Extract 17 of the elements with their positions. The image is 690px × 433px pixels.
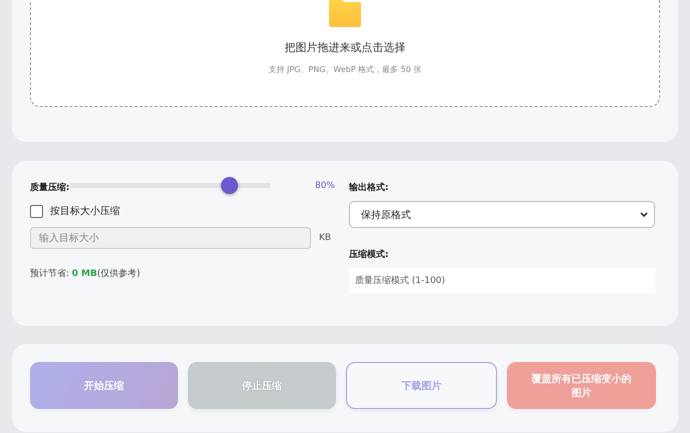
upload-title: 把图片拖进来或点击选择 — [284, 40, 406, 55]
drop-zone[interactable]: 把图片拖进来或点击选择 支持 JPG、PNG、WebP 格式，最多 50 张 — [30, 0, 660, 107]
unit-label: KB — [319, 233, 332, 243]
slider-thumb[interactable] — [220, 177, 238, 194]
upload-hint: 支持 JPG、PNG、WebP 格式，最多 50 张 — [268, 64, 422, 75]
checkbox[interactable] — [30, 204, 43, 218]
savings-text: 预计节省: 0 MB(仅供参考) — [30, 268, 142, 280]
mode-field: 质量压缩模式 (1-100) — [349, 268, 655, 293]
checkbox-label: 按目标大小压缩 — [50, 204, 120, 218]
target-size-field[interactable]: 输入目标大小 — [30, 227, 311, 249]
format-label: 输出格式: — [349, 181, 390, 194]
quality-value: 80% — [314, 180, 335, 190]
chevron-down-icon — [640, 212, 648, 218]
mode-label: 压缩模式: — [349, 248, 390, 261]
quality-label: 质量压缩: — [30, 181, 70, 194]
folder-icon — [329, 0, 361, 27]
format-dropdown[interactable]: 保持原格式 — [349, 201, 655, 228]
